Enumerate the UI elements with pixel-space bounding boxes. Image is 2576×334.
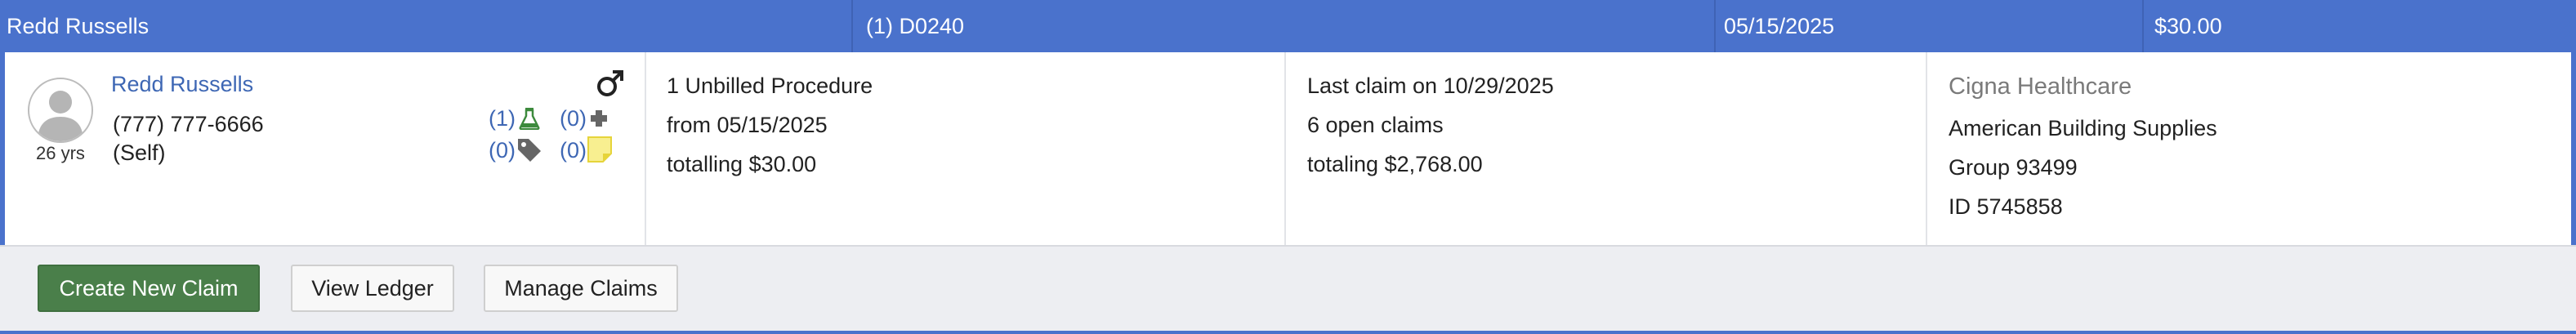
column-divider: [645, 52, 646, 245]
patient-phone: (777) 777-6666: [113, 112, 264, 136]
header-divider: [1714, 0, 1716, 52]
lab-count[interactable]: (1): [489, 106, 516, 131]
header-amount: $30.00: [2154, 14, 2222, 38]
insurance-carrier: Cigna Healthcare: [1949, 73, 2132, 100]
notes-count[interactable]: (0): [560, 138, 587, 163]
tag-icon[interactable]: [516, 137, 542, 163]
header-patient-name: Redd Russells: [7, 14, 150, 38]
manage-claims-button[interactable]: Manage Claims: [484, 265, 678, 312]
patient-name-link[interactable]: Redd Russells: [111, 72, 253, 97]
header-divider: [2142, 0, 2144, 52]
card-header[interactable]: Redd Russells (1) D0240 05/15/2025 $30.0…: [0, 0, 2576, 52]
header-date: 05/15/2025: [1724, 14, 1835, 38]
view-ledger-button[interactable]: View Ledger: [291, 265, 454, 312]
insurance-employer: American Building Supplies: [1949, 116, 2217, 140]
avatar: [28, 78, 93, 143]
medical-count[interactable]: (0): [560, 106, 587, 131]
tags-count[interactable]: (0): [489, 138, 516, 163]
sticky-note-icon[interactable]: [587, 136, 613, 163]
insurance-group: Group 93499: [1949, 155, 2078, 180]
avatar-silhouette-icon: [38, 91, 83, 141]
header-procedure: (1) D0240: [866, 14, 965, 38]
create-new-claim-button[interactable]: Create New Claim: [38, 265, 260, 312]
unbilled-total: totalling $30.00: [667, 152, 817, 176]
male-gender-icon: [597, 70, 623, 96]
header-divider: [851, 0, 853, 52]
open-claims-total: totaling $2,768.00: [1307, 152, 1483, 176]
open-claims-count: 6 open claims: [1307, 113, 1444, 137]
medical-cross-icon[interactable]: [590, 109, 608, 127]
patient-age: 26 yrs: [36, 143, 85, 163]
flask-icon[interactable]: [519, 107, 540, 130]
unbilled-from-date: from 05/15/2025: [667, 113, 828, 137]
insurance-member-id: ID 5745858: [1949, 194, 2063, 219]
last-claim-date: Last claim on 10/29/2025: [1307, 73, 1554, 98]
column-divider: [1284, 52, 1286, 245]
unbilled-procedures: 1 Unbilled Procedure: [667, 73, 873, 98]
patient-relationship: (Self): [113, 140, 166, 165]
column-divider: [1926, 52, 1927, 245]
card-body: [0, 52, 2576, 245]
